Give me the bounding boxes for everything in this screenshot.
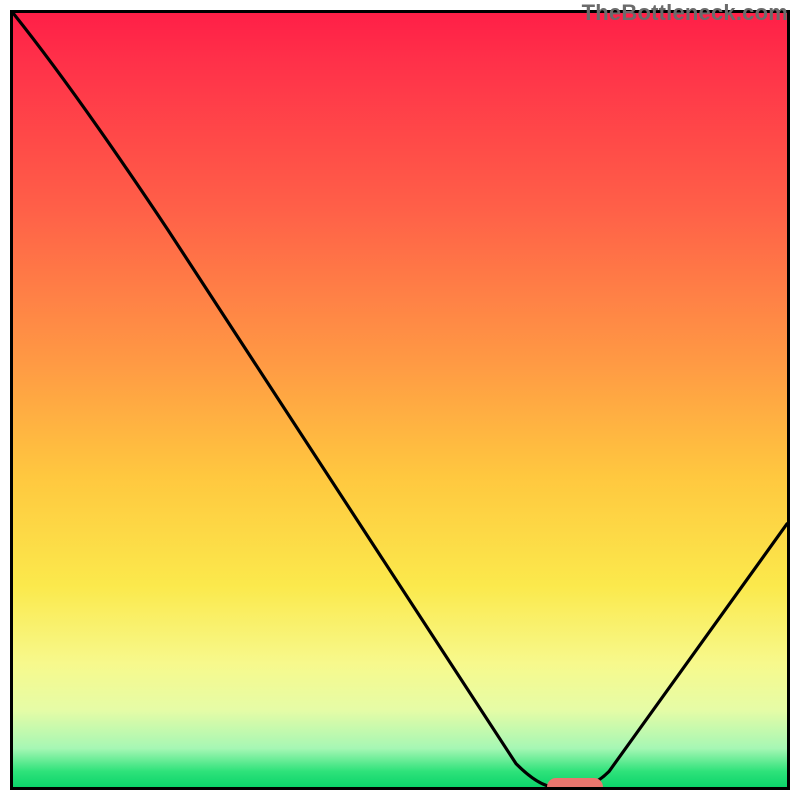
watermark-text: TheBottleneck.com: [582, 0, 788, 26]
chart-frame: [10, 10, 790, 790]
chart-marker: [547, 778, 603, 790]
chart-line-series: [13, 13, 787, 787]
